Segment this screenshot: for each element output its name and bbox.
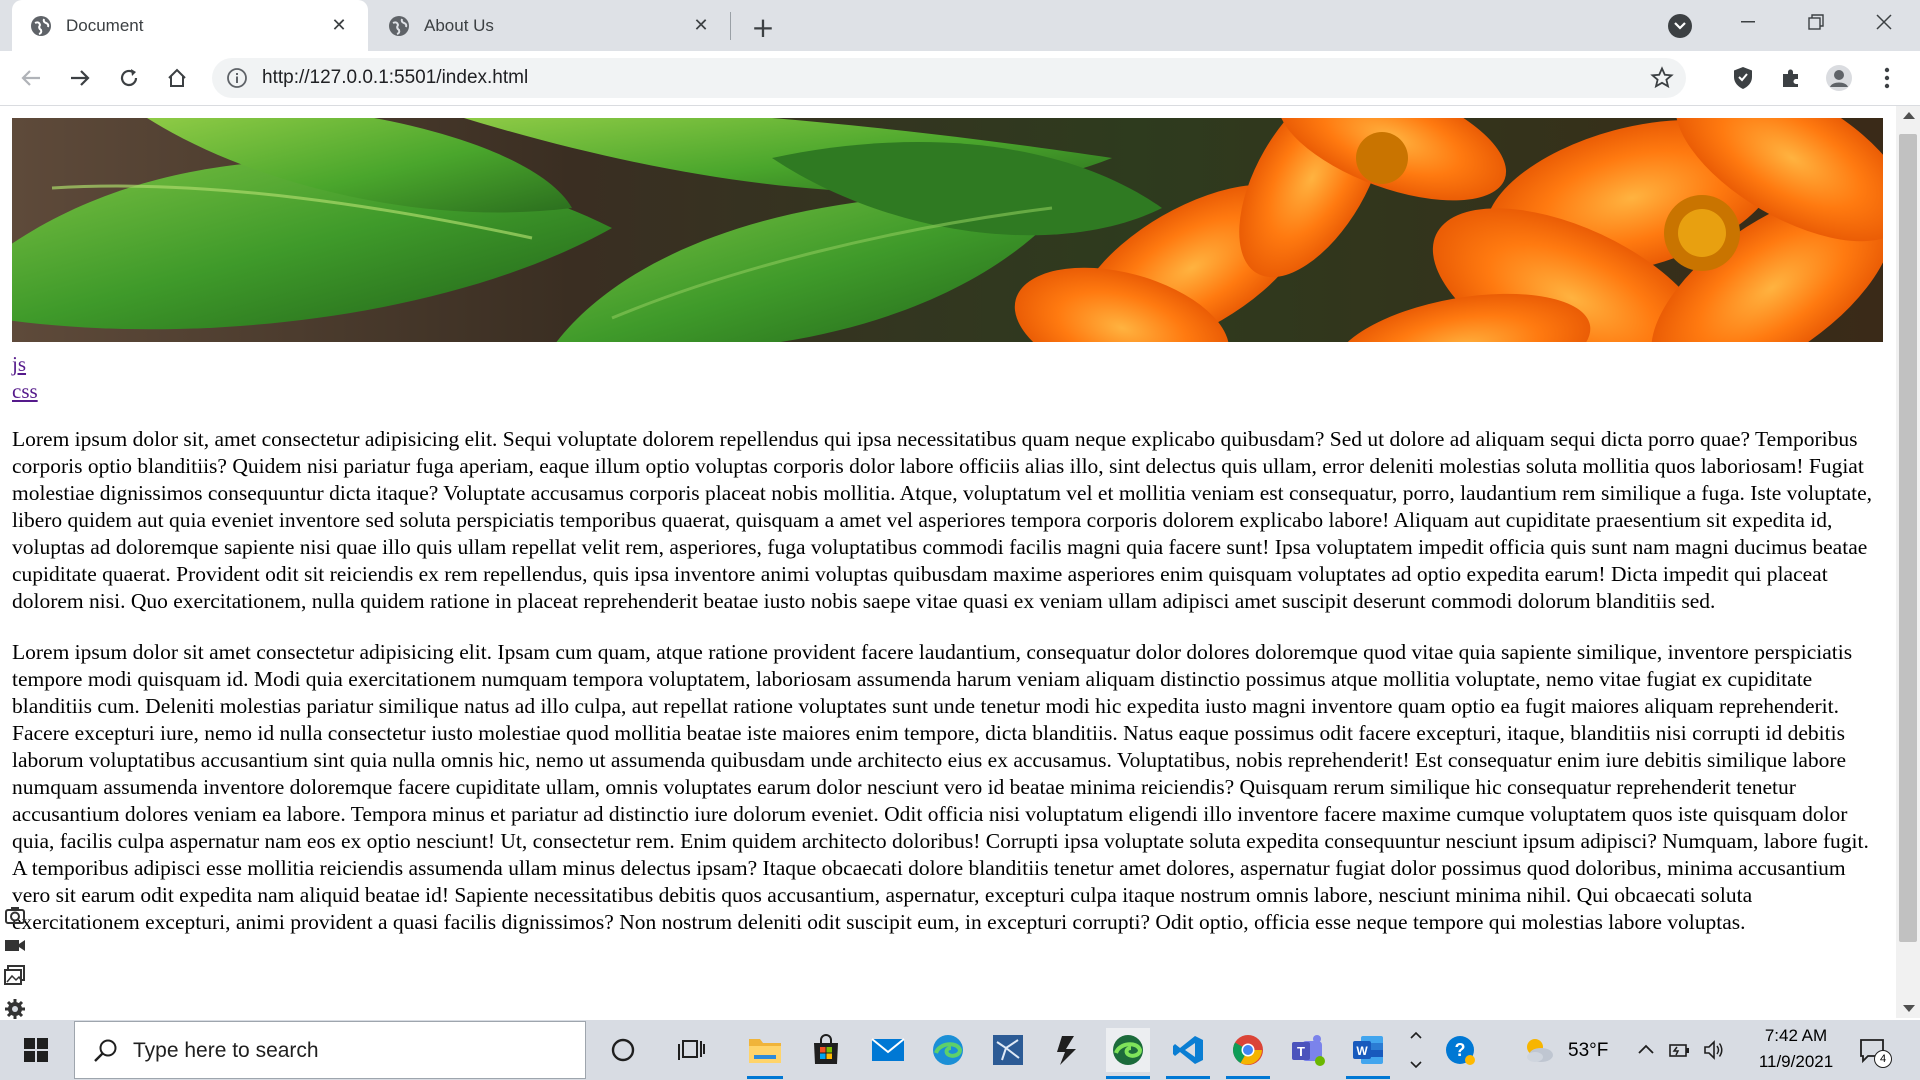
forward-button[interactable] [65, 63, 95, 93]
show-hidden-icons-button[interactable] [1636, 1040, 1656, 1060]
reload-button[interactable] [114, 63, 144, 93]
page-scrollbar[interactable] [1896, 106, 1920, 1018]
chevron-up-down-icon [1410, 1031, 1422, 1069]
edge-dev-icon[interactable] [1106, 1028, 1150, 1072]
menu-button[interactable] [1872, 63, 1902, 93]
word-icon[interactable]: W [1346, 1028, 1390, 1072]
bookmark-star-icon[interactable] [1650, 66, 1674, 90]
browser-toolbar: http://127.0.0.1:5501/index.html [0, 51, 1920, 106]
cortana-icon[interactable] [601, 1028, 645, 1072]
weather-temperature[interactable]: 53°F [1568, 1040, 1608, 1062]
globe-icon [30, 15, 52, 37]
teams-icon[interactable]: T [1286, 1028, 1330, 1072]
extension-shield-button[interactable] [1728, 63, 1758, 93]
restore-button[interactable] [1782, 0, 1850, 44]
main-content: Lorem ipsum dolor sit, amet consectetur … [12, 426, 1884, 960]
svg-text:?: ? [1455, 1040, 1466, 1060]
active-app-indicator [1106, 1076, 1150, 1079]
tab-title: Document [66, 15, 144, 35]
volume-icon[interactable] [1702, 1038, 1726, 1062]
extensions-button[interactable] [1776, 63, 1806, 93]
task-view-icon[interactable] [670, 1028, 714, 1072]
paragraph: Lorem ipsum dolor sit, amet consectetur … [12, 427, 1873, 613]
start-button[interactable] [0, 1020, 72, 1080]
svg-text:T: T [1297, 1044, 1305, 1059]
new-tab-button[interactable]: + [748, 11, 778, 44]
video-icon[interactable] [4, 934, 26, 956]
file-explorer-icon[interactable] [743, 1028, 787, 1072]
tab-document[interactable]: Document ✕ [12, 0, 368, 51]
shield-icon [1734, 67, 1752, 89]
scroll-down-arrow-icon[interactable] [1903, 1005, 1915, 1012]
taskbar-scroll-arrows[interactable] [1409, 1028, 1423, 1072]
search-icon [94, 1039, 117, 1062]
gallery-icon[interactable] [4, 964, 26, 986]
taskbar-search-box[interactable]: Type here to search [74, 1021, 586, 1079]
globe-icon [388, 15, 410, 37]
tab-strip: Document ✕ About Us ✕ + [0, 0, 1920, 51]
page-viewport: js css Lorem ipsum dolor sit, amet conse… [0, 106, 1896, 1018]
svg-text:W: W [1356, 1044, 1368, 1058]
clock-time[interactable]: 7:42 AM [1754, 1026, 1838, 1046]
reload-icon [120, 69, 138, 87]
tab-search-button[interactable] [1668, 14, 1692, 38]
edge-icon[interactable] [926, 1028, 970, 1072]
camera-icon[interactable] [4, 904, 26, 926]
mail-icon[interactable] [866, 1028, 910, 1072]
minimize-button[interactable] [1714, 0, 1782, 44]
app-icon[interactable] [986, 1028, 1030, 1072]
windows-logo-icon [24, 1038, 48, 1062]
microsoft-store-icon[interactable] [804, 1028, 848, 1072]
info-icon[interactable] [226, 67, 248, 89]
link-css[interactable]: css [12, 378, 38, 405]
minimize-icon [1741, 21, 1755, 23]
home-icon [168, 68, 186, 87]
back-arrow-icon [21, 70, 40, 86]
tab-title: About Us [424, 15, 494, 35]
tab-divider [730, 12, 731, 40]
home-button[interactable] [162, 63, 192, 93]
weather-icon[interactable] [1516, 1028, 1560, 1072]
close-window-button[interactable] [1850, 0, 1918, 44]
paragraph: Lorem ipsum dolor sit amet consectetur a… [12, 640, 1869, 934]
clock-date[interactable]: 11/9/2021 [1746, 1052, 1846, 1072]
close-icon [1876, 14, 1892, 30]
active-app-indicator [1346, 1076, 1390, 1079]
search-placeholder: Type here to search [133, 1039, 319, 1062]
battery-icon[interactable] [1668, 1038, 1692, 1062]
more-vert-icon [1884, 67, 1890, 89]
close-tab-icon[interactable]: ✕ [690, 15, 712, 37]
scroll-thumb[interactable] [1899, 134, 1917, 942]
profile-button[interactable] [1824, 63, 1854, 93]
active-app-indicator [1166, 1076, 1210, 1079]
link-js[interactable]: js [12, 351, 38, 378]
vscode-icon[interactable] [1166, 1028, 1210, 1072]
forward-arrow-icon [71, 70, 90, 86]
active-app-indicator [1226, 1076, 1270, 1079]
chevron-down-icon [1674, 22, 1686, 30]
notification-count-badge: 4 [1874, 1050, 1892, 1068]
url-text[interactable]: http://127.0.0.1:5501/index.html [262, 67, 528, 89]
close-tab-icon[interactable]: ✕ [328, 15, 350, 37]
address-bar[interactable]: http://127.0.0.1:5501/index.html [212, 58, 1686, 98]
scroll-up-arrow-icon[interactable] [1903, 112, 1915, 119]
avatar-icon [1826, 65, 1852, 91]
nav-links: js css [12, 351, 38, 405]
windows-taskbar: Type here to search T W ? 53°F 7:42 AM 1… [0, 1020, 1920, 1080]
tab-about-us[interactable]: About Us ✕ [370, 0, 730, 51]
visual-studio-icon[interactable] [1046, 1028, 1090, 1072]
back-button[interactable] [16, 63, 46, 93]
puzzle-icon [1783, 69, 1798, 87]
notifications-button[interactable]: 4 [1858, 1036, 1892, 1068]
banner-image [12, 118, 1883, 342]
chrome-icon[interactable] [1226, 1028, 1270, 1072]
restore-icon [1808, 14, 1824, 30]
settings-gear-icon[interactable] [4, 998, 26, 1020]
active-app-indicator [747, 1076, 783, 1079]
chevron-up-icon [1638, 1044, 1654, 1054]
help-icon[interactable]: ? [1438, 1028, 1482, 1072]
